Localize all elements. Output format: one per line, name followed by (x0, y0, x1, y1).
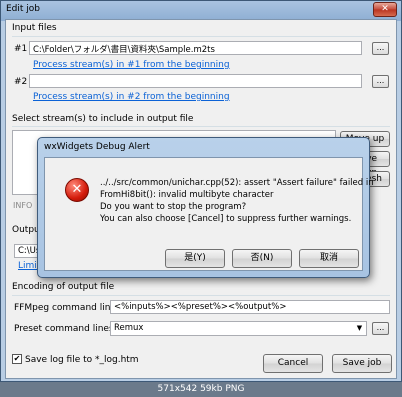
error-icon: ✕ (65, 178, 89, 202)
input-files-label: Input files (12, 23, 57, 33)
file2-label: #2 (14, 77, 28, 87)
divider (12, 126, 390, 127)
message-line-2: FromHi8bit(): invalid multibyte characte… (100, 190, 274, 200)
dialog-client-area: ✕ ../../src/common/unichar.cpp(52): asse… (44, 157, 374, 271)
info-label: INFO (13, 201, 33, 210)
file2-browse-button[interactable]: ... (372, 75, 389, 88)
divider (12, 36, 390, 37)
title-bar: Edit job ✕ (1, 1, 401, 19)
message-line-3: Do you want to stop the program? (100, 202, 247, 212)
file1-path-input[interactable]: C:\Folder\フォルダ\書目\資料夾\Sample.m2ts (29, 41, 362, 55)
file2-process-link[interactable]: Process stream(s) in #2 from the beginni… (33, 92, 230, 102)
ffmpeg-command-input[interactable]: <%inputs%><%preset%><%output%> (110, 300, 390, 314)
save-log-checkbox[interactable]: ✔ (12, 354, 22, 364)
file2-path-input[interactable] (29, 74, 362, 88)
preset-browse-button[interactable]: ... (372, 322, 389, 335)
yes-button[interactable]: 是(Y) (165, 249, 225, 268)
file1-process-link[interactable]: Process stream(s) in #1 from the beginni… (33, 60, 230, 70)
dialog-title: wxWidgets Debug Alert (44, 142, 150, 152)
close-button[interactable]: ✕ (373, 2, 397, 17)
window-title: Edit job (6, 4, 41, 14)
image-caption: 571x542 59kb PNG (0, 382, 402, 397)
preset-select[interactable]: Remux ▼ (110, 321, 367, 336)
dialog-cancel-button[interactable]: 取消 (299, 249, 359, 268)
cancel-button[interactable]: Cancel (263, 354, 323, 373)
save-log-label: Save log file to *_log.htm (25, 355, 139, 365)
message-line-1: ../../src/common/unichar.cpp(52): assert… (100, 178, 374, 188)
message-line-4: You can also choose [Cancel] to suppress… (100, 214, 352, 224)
encoding-label: Encoding of output file (12, 282, 115, 292)
divider (12, 295, 390, 296)
streams-label: Select stream(s) to include in output fi… (12, 114, 194, 124)
file1-browse-button[interactable]: ... (372, 42, 389, 55)
chevron-down-icon[interactable]: ▼ (353, 322, 366, 335)
ffmpeg-label: FFMpeg command line (14, 303, 116, 313)
debug-alert-dialog: wxWidgets Debug Alert ✕ ../../src/common… (37, 137, 374, 278)
preset-value: Remux (114, 323, 144, 333)
no-button[interactable]: 否(N) (232, 249, 292, 268)
preset-label: Preset command lines (14, 324, 114, 334)
save-job-button[interactable]: Save job (332, 354, 392, 373)
file1-label: #1 (14, 44, 28, 54)
